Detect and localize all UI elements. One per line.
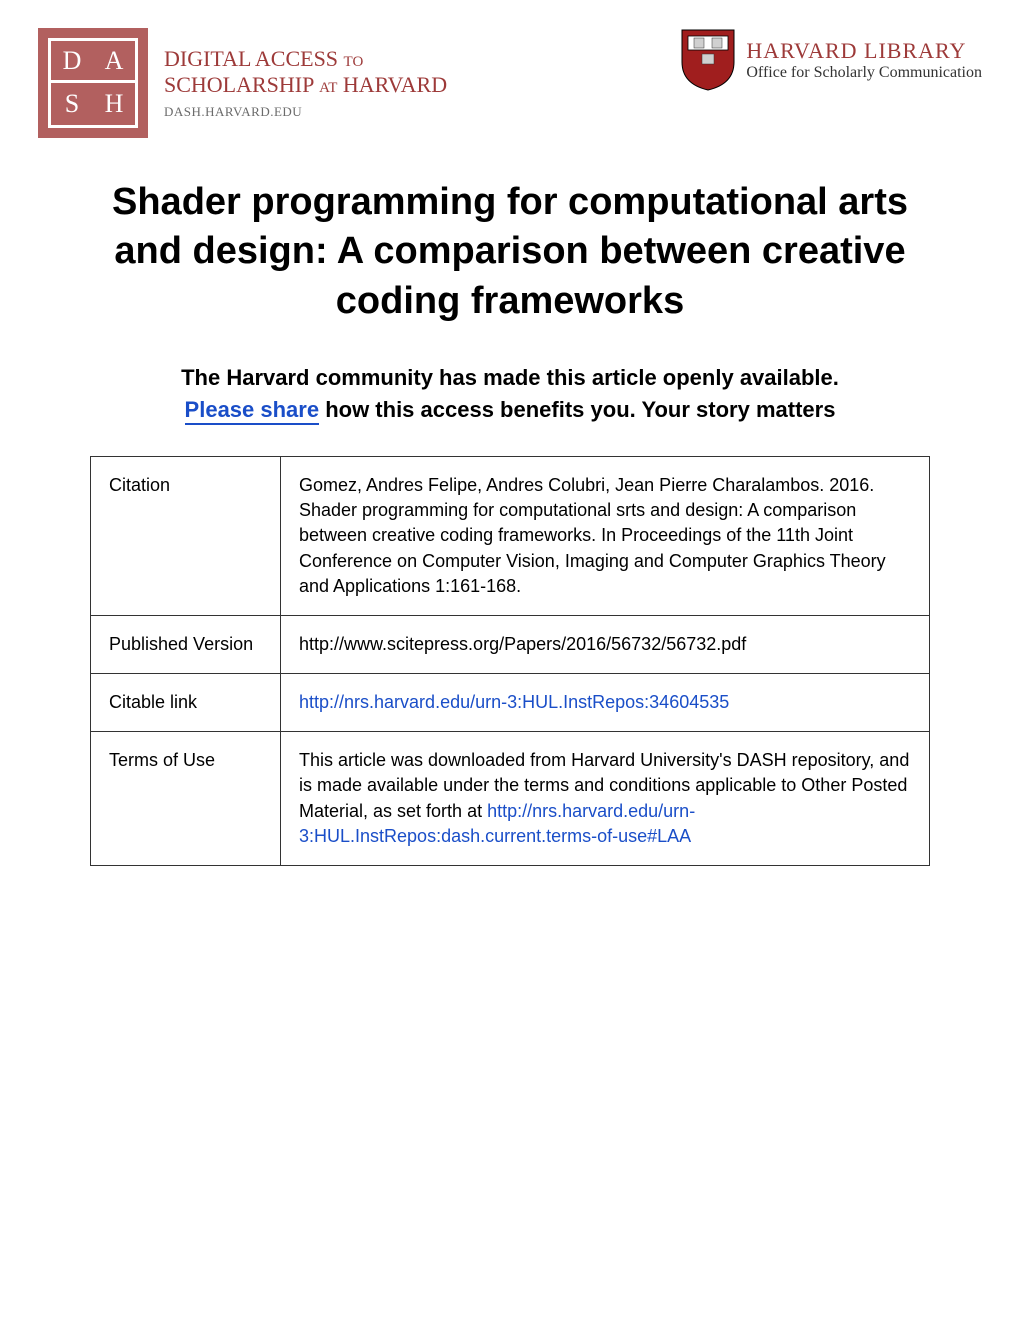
- table-row: Terms of Use This article was downloaded…: [91, 732, 930, 866]
- citable-link[interactable]: http://nrs.harvard.edu/urn-3:HUL.InstRep…: [299, 692, 729, 712]
- page-header: D A S H DIGITAL ACCESS TO SCHOLARSHIP AT…: [38, 28, 982, 138]
- citation-label: Citation: [91, 456, 281, 615]
- dash-logo-d: D: [51, 41, 93, 83]
- harvard-library-title: HARVARD LIBRARY: [746, 38, 982, 64]
- metadata-table: Citation Gomez, Andres Felipe, Andres Co…: [90, 456, 930, 866]
- citable-link-label: Citable link: [91, 674, 281, 732]
- dash-logo-a: A: [93, 41, 135, 83]
- open-access-statement: The Harvard community has made this arti…: [158, 362, 862, 426]
- harvard-branding: HARVARD LIBRARY Office for Scholarly Com…: [680, 28, 982, 92]
- published-version-value: http://www.scitepress.org/Papers/2016/56…: [281, 615, 930, 673]
- citation-value: Gomez, Andres Felipe, Andres Colubri, Je…: [281, 456, 930, 615]
- dash-logo-s: S: [51, 83, 93, 125]
- dash-line2-pre: SCHOLARSHIP: [164, 72, 314, 97]
- please-share-link[interactable]: Please share: [185, 397, 320, 425]
- dash-line2-post: HARVARD: [343, 72, 447, 97]
- dash-title-text: DIGITAL ACCESS TO SCHOLARSHIP AT HARVARD…: [164, 28, 447, 138]
- dash-logo-h: H: [93, 83, 135, 125]
- harvard-shield-icon: [680, 28, 736, 92]
- dash-line1-small: TO: [344, 54, 364, 70]
- dash-branding: D A S H DIGITAL ACCESS TO SCHOLARSHIP AT…: [38, 28, 447, 138]
- terms-label: Terms of Use: [91, 732, 281, 866]
- table-row: Published Version http://www.scitepress.…: [91, 615, 930, 673]
- published-version-label: Published Version: [91, 615, 281, 673]
- dash-line2-small: AT: [319, 80, 337, 96]
- harvard-office-subtitle: Office for Scholarly Communication: [746, 64, 982, 82]
- dash-logo-icon: D A S H: [38, 28, 148, 138]
- citable-link-value: http://nrs.harvard.edu/urn-3:HUL.InstRep…: [281, 674, 930, 732]
- subtitle-part1: The Harvard community has made this arti…: [181, 365, 839, 390]
- table-row: Citable link http://nrs.harvard.edu/urn-…: [91, 674, 930, 732]
- article-title: Shader programming for computational art…: [98, 178, 922, 326]
- subtitle-part2: how this access benefits you. Your story…: [319, 397, 835, 422]
- terms-value: This article was downloaded from Harvard…: [281, 732, 930, 866]
- table-row: Citation Gomez, Andres Felipe, Andres Co…: [91, 456, 930, 615]
- dash-line1-pre: DIGITAL ACCESS: [164, 46, 338, 71]
- dash-url: DASH.HARVARD.EDU: [164, 104, 447, 120]
